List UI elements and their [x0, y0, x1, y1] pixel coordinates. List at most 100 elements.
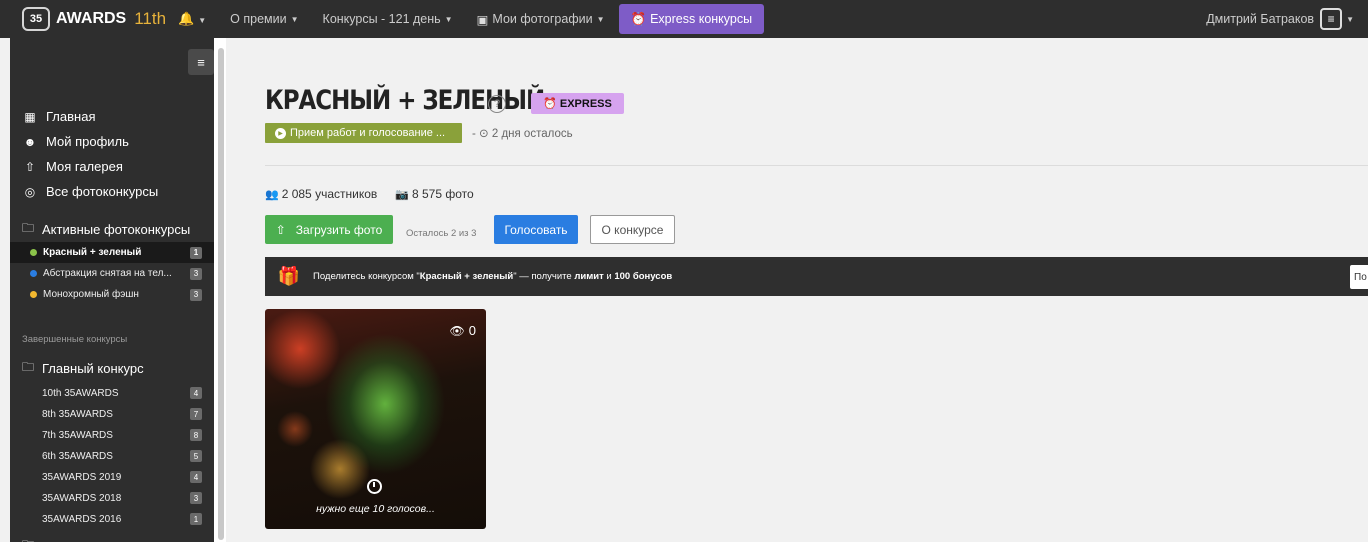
share-prefix: Поделитесь конкурсом " — [313, 271, 420, 282]
nav-contests-label: Конкурсы - 121 день — [322, 12, 441, 26]
upload-icon: ⇧ — [275, 222, 286, 237]
sidebar-item-label: Главная — [46, 109, 96, 124]
sidebar-item-all-contests[interactable]: ◎ Все фотоконкурсы — [22, 179, 158, 204]
section-main-contest[interactable]: 🗀 Главный конкурс — [22, 358, 144, 379]
status-dot — [30, 270, 37, 277]
sidebar-main-menu: ▦ Главная ☻ Мой профиль ⇧ Моя галерея ◎ … — [22, 104, 159, 204]
sidebar-item-home[interactable]: ▦ Главная — [22, 104, 158, 129]
count-badge: 1 — [190, 246, 202, 259]
alarm-clock-icon: ⏰ — [630, 11, 647, 26]
logo[interactable]: 35 AWARDS 11th — [22, 7, 166, 31]
logo-badge: 35 — [22, 7, 50, 31]
express-badge-label: EXPRESS — [559, 97, 612, 110]
sidebar: ≡ ▦ Главная ☻ Мой профиль ⇧ Моя галерея … — [10, 38, 214, 542]
sidebar-contest-item[interactable]: Монохромный фэшн 3 — [10, 284, 214, 305]
camera-icon: 📷 — [395, 188, 409, 201]
views-count: 0 — [468, 323, 476, 338]
participants-count: 2 085 участников — [281, 187, 378, 201]
sidebar-item-label: Моя галерея — [46, 159, 123, 174]
status-dot — [30, 249, 37, 256]
nav-about-award[interactable]: О премии ▼ — [230, 12, 298, 26]
sidebar-item-label: Все фотоконкурсы — [46, 184, 159, 199]
status-label: Прием работ и голосование ... — [290, 127, 446, 139]
clock-icon — [367, 479, 382, 494]
user-menu[interactable]: Дмитрий Батраков ≡ ▼ — [1206, 0, 1354, 38]
count-badge: 4 — [190, 471, 202, 483]
logo-text: AWARDS — [56, 10, 127, 27]
sidebar-contest-item[interactable]: 35AWARDS 2016 — [42, 514, 121, 525]
user-name: Дмитрий Батраков — [1206, 12, 1315, 26]
chevron-down-icon: ▼ — [1346, 14, 1354, 24]
sidebar-contest-item[interactable]: 8th 35AWARDS — [42, 409, 113, 420]
uploads-remaining: Осталось 2 из 3 — [406, 228, 477, 239]
contest-label: Красный + зеленый — [43, 247, 142, 258]
count-badge: 5 — [190, 450, 202, 462]
users-icon: 👥 — [265, 188, 279, 201]
share-contest-name: Красный + зеленый — [419, 271, 514, 282]
sidebar-contest-item[interactable]: Красный + зеленый 1 — [10, 242, 214, 263]
active-contests-list: Красный + зеленый 1 Абстракция снятая на… — [10, 242, 214, 305]
count-badge: 1 — [190, 513, 202, 525]
gift-icon: 🎁 — [277, 266, 301, 286]
share-limit: лимит — [574, 271, 604, 282]
express-badge: ⏰ EXPRESS — [531, 93, 624, 114]
section-label: Главный конкурс — [42, 361, 144, 376]
sidebar-contest-item[interactable]: 10th 35AWARDS — [42, 388, 119, 399]
nav-my-photos[interactable]: ▣ Мои фотографии ▼ — [477, 12, 605, 27]
sidebar-item-label: Мой профиль — [46, 134, 129, 149]
about-contest-button[interactable]: О конкурсе — [590, 215, 675, 244]
sidebar-item-profile[interactable]: ☻ Мой профиль — [22, 129, 158, 154]
contest-label: Абстракция снятая на тел... — [43, 268, 172, 279]
upload-icon: ⇧ — [24, 159, 36, 174]
nav-express-contests[interactable]: ⏰ Express конкурсы — [618, 4, 765, 34]
chevron-down-icon: ▼ — [198, 16, 207, 25]
play-icon: ▶ — [275, 127, 286, 139]
folder-icon: 🗀 — [22, 360, 35, 374]
status-dot — [30, 291, 37, 298]
votes-needed: нужно еще 10 голосов... — [316, 503, 435, 515]
section-active-contests[interactable]: 🗀 Активные фотоконкурсы — [22, 219, 190, 240]
help-icon[interactable]: ? — [488, 95, 506, 113]
sidebar-item-gallery[interactable]: ⇧ Моя галерея — [22, 154, 158, 179]
upload-label: Загрузить фото — [295, 222, 383, 237]
views-counter: 👁 0 — [450, 323, 476, 338]
nav-about-label: О премии — [230, 12, 287, 26]
share-and: и — [603, 271, 615, 282]
sidebar-contest-item[interactable]: Абстракция снятая на тел... 3 — [10, 263, 214, 284]
sidebar-contest-item[interactable]: 7th 35AWARDS — [42, 430, 113, 441]
image-icon: ▣ — [476, 12, 489, 27]
status-badge: ▶ Прием работ и голосование ... — [265, 123, 462, 143]
sidebar-toggle-button[interactable]: ≡ — [188, 49, 214, 75]
grid-icon: ▦ — [24, 109, 36, 124]
alarm-clock-icon: ⏰ — [543, 98, 557, 110]
sidebar-contest-item[interactable]: 35AWARDS 2018 — [42, 493, 121, 504]
count-badge: 3 — [190, 288, 202, 301]
folder-icon: 🗀 — [22, 221, 35, 235]
share-text: Поделитесь конкурсом "Красный + зеленый"… — [313, 271, 672, 282]
sidebar-scrollbar-thumb[interactable] — [218, 48, 224, 540]
top-navbar: 35 AWARDS 11th 🔔 ▼ О премии ▼ Конкурсы - … — [0, 0, 1368, 38]
sidebar-contest-item[interactable]: 6th 35AWARDS — [42, 451, 113, 462]
count-badge: 4 — [190, 387, 202, 399]
folder-icon: 🗀 — [22, 536, 34, 542]
chevron-down-icon: ▼ — [290, 14, 299, 24]
share-middle: " — получите — [513, 271, 575, 282]
menu-icon[interactable]: ≡ — [1320, 8, 1343, 30]
bell-icon[interactable]: 🔔 ▼ — [178, 11, 206, 27]
edition-label: 11th — [134, 9, 167, 28]
eye-icon: 👁 — [449, 323, 465, 338]
contest-label: Монохромный фэшн — [43, 289, 139, 300]
nav-my-photos-label: Мои фотографии — [492, 12, 593, 26]
share-button[interactable]: По — [1350, 265, 1368, 289]
nav-contests[interactable]: Конкурсы - 121 день ▼ — [323, 12, 453, 26]
upload-photo-button[interactable]: ⇧ Загрузить фото — [265, 215, 393, 244]
photo-card[interactable]: 👁 0 нужно еще 10 голосов... — [265, 309, 486, 529]
chevron-down-icon: ▼ — [444, 14, 453, 24]
contest-stats: 👥 2 085 участников 📷 8 575 фото — [265, 187, 474, 201]
chevron-down-icon: ▼ — [596, 14, 605, 24]
count-badge: 7 — [190, 408, 202, 420]
sidebar-contest-item[interactable]: 35AWARDS 2019 — [42, 472, 121, 483]
photos-count: 8 575 фото — [411, 187, 474, 201]
vote-button[interactable]: Голосовать — [494, 215, 578, 244]
divider — [265, 165, 1368, 166]
